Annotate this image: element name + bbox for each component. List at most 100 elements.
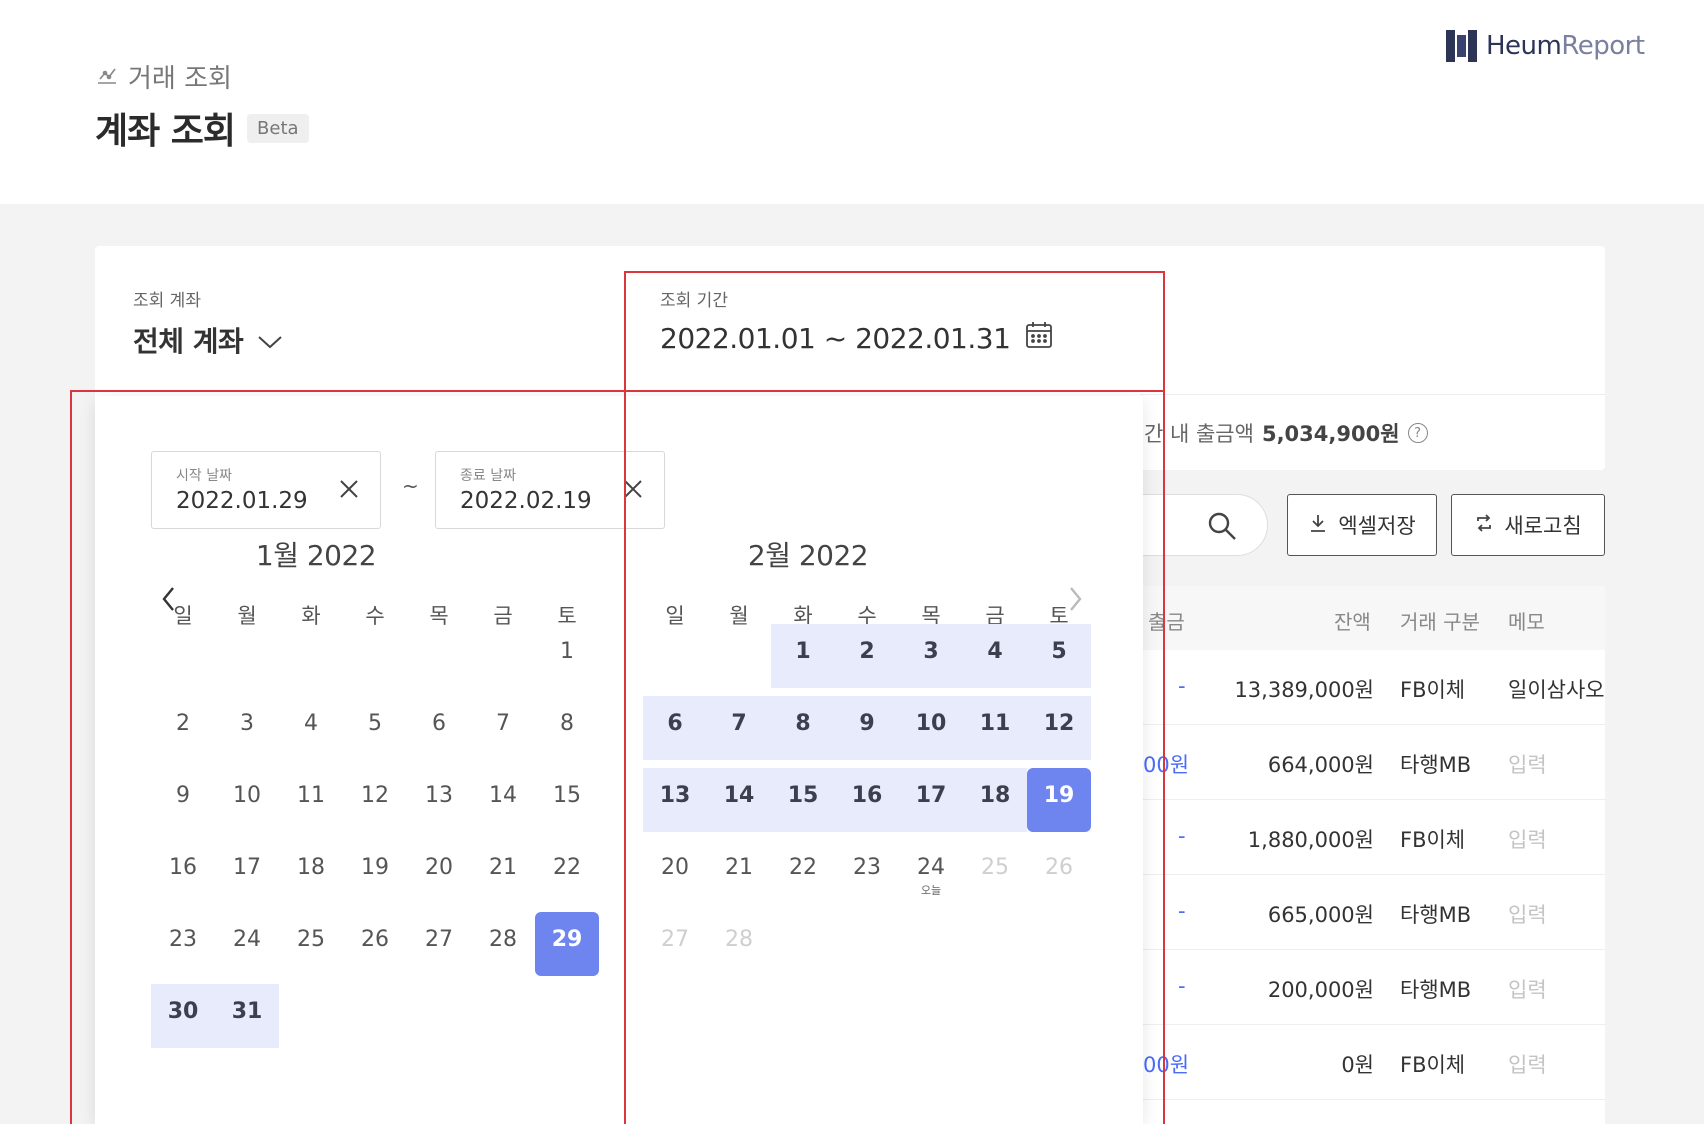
calendar-day[interactable]: 2 [151,696,215,760]
calendar-day[interactable]: 21 [707,840,771,904]
day-number: 8 [560,711,574,736]
calendar-day[interactable]: 10 [215,768,279,832]
start-date-input[interactable]: 시작 날짜 2022.01.29 [151,451,381,529]
calendar-day[interactable]: 27 [407,912,471,976]
calendar-day[interactable]: 8 [535,696,599,760]
memo-input[interactable]: 입력 [1508,749,1547,779]
calendar-day[interactable]: 10 [899,696,963,760]
table-row[interactable]: -200,000원 타행MB 입력 [1100,950,1605,1025]
calendar-day[interactable]: 19 [343,840,407,904]
calendar-day[interactable]: 29 [535,912,599,976]
calendar-day[interactable]: 4 [279,696,343,760]
calendar-day[interactable]: 24 오늘 [899,840,963,904]
end-date-input[interactable]: 종료 날짜 2022.02.19 [435,451,665,529]
calendar-day[interactable]: 14 [707,768,771,832]
end-date-label: 종료 날짜 [460,468,516,484]
calendar-day[interactable]: 16 [835,768,899,832]
table-row[interactable]: -1,880,000원 FB이체 입력 [1100,800,1605,875]
calendar-day: 28 [707,912,771,976]
refresh-button[interactable]: 새로고침 [1451,494,1605,556]
day-number: 22 [553,855,581,880]
memo-input[interactable]: 일이삼사오 [1508,674,1605,704]
calendar-day[interactable]: 4 [963,624,1027,688]
excel-save-button[interactable]: 엑셀저장 [1287,494,1437,556]
calendar-day[interactable]: 7 [471,696,535,760]
help-icon[interactable]: ? [1407,423,1428,443]
transactions-table: 출금 잔액 거래 구분 메모 -13,389,000원 FB이체 일이삼사오 00원 6… [1100,586,1605,1124]
day-number: 12 [1043,711,1075,736]
calendar-day[interactable]: 16 [151,840,215,904]
calendar-day[interactable]: 15 [535,768,599,832]
calendar-day[interactable]: 23 [151,912,215,976]
calendar-day[interactable]: 20 [407,840,471,904]
withdraw-summary: 간 내 출금액 5,034,900원 ? [1144,418,1428,448]
calendar-day[interactable]: 22 [771,840,835,904]
weekday-label: 금 [493,604,513,628]
close-icon[interactable] [338,478,360,500]
day-number: 1 [560,639,574,664]
calendar-day[interactable]: 19 [1027,768,1091,832]
calendar-day[interactable]: 23 [835,840,899,904]
breadcrumb[interactable]: 거래 조회 [96,58,232,95]
calendar-day[interactable]: 24 [215,912,279,976]
memo-input[interactable]: 입력 [1508,1049,1547,1079]
calendar-day[interactable]: 31 [215,984,279,1048]
calendar-day[interactable]: 17 [215,840,279,904]
period-field[interactable]: 2022.01.01 ~ 2022.01.31 [660,320,1054,357]
calendar-day[interactable]: 21 [471,840,535,904]
calendar-day[interactable]: 12 [1027,696,1091,760]
calendar-day[interactable]: 17 [899,768,963,832]
calendar-day[interactable]: 8 [771,696,835,760]
weekday-label: 수 [365,604,385,628]
page-title: 계좌 조회 [95,111,236,152]
day-number: 13 [425,783,453,808]
memo-input[interactable]: 입력 [1508,899,1547,929]
calendar-day[interactable]: 6 [407,696,471,760]
table-row[interactable]: -665,000원 타행MB 입력 [1100,875,1605,950]
account-label: 조회 계좌 [133,291,201,311]
calendar-day[interactable]: 25 [279,912,343,976]
calendar-day[interactable]: 3 [215,696,279,760]
calendar-day[interactable]: 13 [407,768,471,832]
calendar-day[interactable]: 12 [343,768,407,832]
calendar-day[interactable]: 2 [835,624,899,688]
calendar-day[interactable]: 9 [835,696,899,760]
balance-cell: 0원 [1341,1053,1374,1077]
calendar-day[interactable]: 13 [643,768,707,832]
calendar-day[interactable]: 20 [643,840,707,904]
table-row[interactable]: 00원 664,000원 타행MB 입력 [1100,725,1605,800]
calendar-day[interactable]: 11 [279,768,343,832]
day-number: 11 [297,783,325,808]
calendar-day[interactable]: 3 [899,624,963,688]
calendar-day[interactable]: 7 [707,696,771,760]
calendar-day[interactable]: 1 [535,624,599,688]
close-icon[interactable] [622,478,644,500]
heumreport-logo[interactable]: HeumReport [1446,30,1645,62]
calendar-day[interactable]: 18 [279,840,343,904]
calendar-day[interactable]: 14 [471,768,535,832]
calendar-day[interactable]: 11 [963,696,1027,760]
memo-input[interactable]: 입력 [1508,824,1547,854]
account-select[interactable]: 전체 계좌 [133,320,283,360]
day-number: 4 [987,639,1003,664]
calendar-day[interactable]: 22 [535,840,599,904]
calendar-day[interactable]: 15 [771,768,835,832]
excel-save-label: 엑셀저장 [1338,514,1416,538]
day-number: 29 [551,927,583,952]
calendar-day[interactable]: 1 [771,624,835,688]
calendar-icon[interactable] [1024,320,1054,357]
calendar-day[interactable]: 5 [1027,624,1091,688]
calendar-day[interactable]: 30 [151,984,215,1048]
chart-icon [96,62,118,92]
table-row[interactable]: 00원 0원 FB이체 입력 [1100,1025,1605,1100]
calendar-day[interactable]: 28 [471,912,535,976]
calendar-day[interactable]: 5 [343,696,407,760]
calendar-day[interactable]: 9 [151,768,215,832]
calendar-day[interactable]: 18 [963,768,1027,832]
date-range-picker: 시작 날짜 2022.01.29 ~ 종료 날짜 2022.02.19 1월 2… [95,396,1143,1124]
type-cell: FB이체 [1400,828,1466,852]
memo-input[interactable]: 입력 [1508,974,1547,1004]
calendar-day[interactable]: 26 [343,912,407,976]
table-row[interactable]: -13,389,000원 FB이체 일이삼사오 [1100,650,1605,725]
calendar-day[interactable]: 6 [643,696,707,760]
